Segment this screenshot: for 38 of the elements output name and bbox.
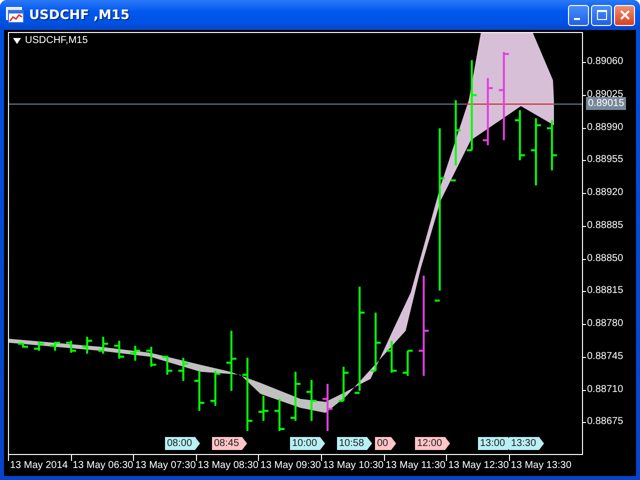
event-tag: 13:30 [509,437,544,450]
price-axis-label: 0.88850 [583,252,624,266]
event-tag: 10:00 [290,437,326,450]
event-tag: 12:00 [415,437,450,450]
dropdown-triangle-icon[interactable] [13,38,21,44]
time-axis-label: 13 May 08:30 [196,455,258,472]
price-axis-label: 0.88990 [583,120,624,134]
close-button[interactable] [614,4,635,26]
price-axis-label: 0.88955 [583,153,624,168]
time-axis-label: 13 May 07:30 [133,455,196,472]
chart-window-icon [6,7,24,23]
price-axis-label: 0.88675 [583,415,624,430]
current-price-label: 0.89015 [586,97,626,110]
price-axis-label: 0.89060 [583,55,624,69]
time-axis-label: 13 May 13:30 [508,455,572,472]
event-tag: 00 [375,437,396,450]
time-axis-label: 13 May 11:30 [384,455,446,472]
event-tag: 10:58 [337,437,372,450]
price-axis-label: 0.88920 [583,186,624,200]
minimize-button[interactable] [568,4,589,26]
window-title: USDCHF ,M15 [29,8,130,22]
minimize-icon [574,18,580,20]
time-axis-label: 13 May 09:30 [258,455,321,472]
time-axis-label: 13 May 12:30 [446,455,509,472]
event-tag: 08:45 [212,437,248,450]
maximize-button[interactable] [591,4,612,26]
time-axis-label: 13 May 10:30 [321,455,384,472]
price-axis-label: 0.88745 [583,350,624,364]
close-icon [618,9,630,21]
event-tag: 08:00 [165,437,200,450]
time-axis-label: 13 May 2014 [8,455,68,472]
price-axis-label: 0.88710 [583,382,624,396]
price-axis-label: 0.88780 [583,317,624,331]
price-axis-label: 0.88885 [583,218,624,233]
symbol-label: USDCHF,M15 [25,35,88,46]
maximize-icon [596,9,608,21]
price-axis-label: 0.88815 [583,284,624,298]
time-axis-label: 13 May 06:30 [70,455,134,472]
